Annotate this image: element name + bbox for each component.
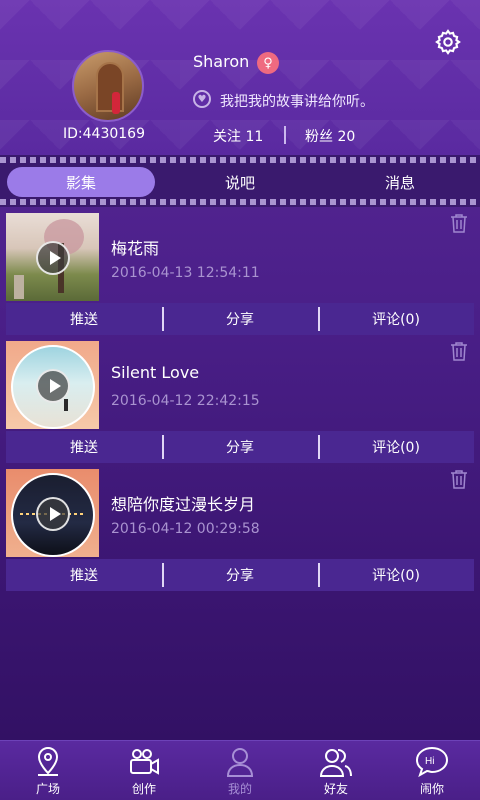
video-camera-icon [130, 749, 159, 775]
post-item: Silent Love 2016-04-12 22:42:15 推送 分享 评论… [0, 341, 480, 469]
film-border-bottom [0, 199, 480, 205]
post-thumbnail[interactable] [6, 213, 99, 301]
heart-icon: ♥ [193, 90, 211, 108]
share-button[interactable]: 分享 [162, 431, 318, 463]
post-date: 2016-04-12 00:29:58 [111, 521, 260, 537]
female-gender-icon: ♀ [257, 52, 279, 74]
post-date: 2016-04-13 12:54:11 [111, 265, 260, 281]
settings-gear-icon[interactable] [434, 28, 462, 56]
play-icon[interactable] [36, 241, 70, 275]
nav-item-mine[interactable]: 我的 [192, 741, 288, 800]
nav-label: 我的 [227, 782, 252, 796]
user-id: ID:4430169 [63, 126, 145, 142]
post-item: 梅花雨 2016-04-13 12:54:11 推送 分享 评论(0) [0, 213, 480, 341]
follow-count[interactable]: 关注 11 [213, 126, 263, 146]
profile-signature: 我把我的故事讲给你听。 [220, 94, 374, 110]
stats-divider [284, 126, 286, 144]
push-button[interactable]: 推送 [6, 559, 162, 591]
play-icon[interactable] [36, 497, 70, 531]
post-title: 想陪你度过漫长岁月 [111, 495, 256, 514]
comment-button[interactable]: 评论(0) [318, 431, 474, 463]
post-title: Silent Love [111, 363, 200, 382]
film-border-top [0, 157, 480, 163]
post-title: 梅花雨 [111, 239, 160, 258]
tab-strip: 影集 说吧 消息 [0, 155, 480, 207]
profile-name: Sharon [193, 52, 250, 71]
nav-item-create[interactable]: 创作 [96, 741, 192, 800]
friends-icon [319, 749, 352, 777]
comment-button[interactable]: 评论(0) [318, 559, 474, 591]
post-action-bar: 推送 分享 评论(0) [6, 559, 474, 591]
post-date: 2016-04-12 22:42:15 [111, 393, 260, 409]
bottom-nav: 广场 创作 我的 好友 Hi 闹你 [0, 740, 480, 800]
post-action-bar: 推送 分享 评论(0) [6, 303, 474, 335]
profile-stats: ID:4430169 关注 11 粉丝 20 [0, 124, 480, 148]
delete-trash-icon[interactable] [450, 213, 468, 233]
nav-item-square[interactable]: 广场 [0, 741, 96, 800]
location-pin-icon [37, 746, 59, 776]
post-action-bar: 推送 分享 评论(0) [6, 431, 474, 463]
tab-messages[interactable]: 消息 [326, 167, 474, 197]
comment-button[interactable]: 评论(0) [318, 303, 474, 335]
avatar-photo-person [112, 92, 120, 114]
nav-label: 好友 [323, 782, 348, 796]
post-thumbnail[interactable] [6, 469, 99, 557]
post-item: 想陪你度过漫长岁月 2016-04-12 00:29:58 推送 分享 评论(0… [0, 469, 480, 597]
avatar[interactable] [72, 50, 144, 122]
person-icon [226, 748, 254, 777]
profile-header: Sharon ♀ ♥ 我把我的故事讲给你听。 ID:4430169 关注 11 … [0, 0, 480, 155]
delete-trash-icon[interactable] [450, 469, 468, 489]
tab-albums[interactable]: 影集 [7, 167, 155, 197]
play-icon[interactable] [36, 369, 70, 403]
nav-label: 创作 [131, 782, 156, 796]
share-button[interactable]: 分享 [162, 303, 318, 335]
share-button[interactable]: 分享 [162, 559, 318, 591]
nav-item-nudge[interactable]: Hi 闹你 [384, 741, 480, 800]
delete-trash-icon[interactable] [450, 341, 468, 361]
post-thumbnail[interactable] [6, 341, 99, 429]
nav-item-friends[interactable]: 好友 [288, 741, 384, 800]
push-button[interactable]: 推送 [6, 431, 162, 463]
nav-label: 闹你 [419, 782, 444, 796]
nav-label: 广场 [35, 782, 60, 796]
push-button[interactable]: 推送 [6, 303, 162, 335]
svg-text:Hi: Hi [425, 756, 434, 767]
hi-bubble-icon: Hi [415, 746, 449, 778]
tab-talk[interactable]: 说吧 [166, 167, 314, 197]
fans-count[interactable]: 粉丝 20 [305, 126, 355, 146]
